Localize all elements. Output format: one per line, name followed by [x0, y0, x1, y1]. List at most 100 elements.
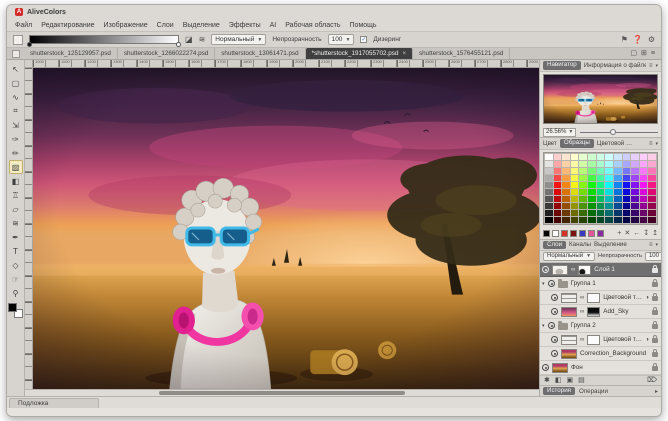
color-swatch[interactable]	[648, 210, 656, 216]
new-document-icon[interactable]: ▢	[630, 50, 637, 57]
color-swatch[interactable]	[571, 175, 579, 181]
color-swatch[interactable]	[648, 203, 656, 209]
gray-swatch[interactable]	[545, 217, 553, 223]
gray-swatch[interactable]	[545, 168, 553, 174]
color-swatch[interactable]	[579, 175, 587, 181]
transform-tool[interactable]: ⇲	[9, 118, 23, 132]
color-swatch[interactable]	[623, 203, 631, 209]
document-tab[interactable]: shutterstock_1266022274.psd	[118, 48, 215, 59]
zoom-slider-knob[interactable]	[610, 129, 616, 135]
visibility-toggle[interactable]	[551, 350, 558, 357]
layer-row[interactable]: Фон	[540, 361, 661, 375]
color-swatch[interactable]	[614, 210, 622, 216]
zoom-slider[interactable]	[580, 128, 658, 136]
color-swatch[interactable]	[554, 203, 562, 209]
color-swatch[interactable]	[554, 196, 562, 202]
color-swatch[interactable]	[588, 168, 596, 174]
visibility-toggle[interactable]	[551, 308, 558, 315]
color-swatch[interactable]	[631, 189, 639, 195]
mask-link-icon[interactable]: ∞	[580, 309, 584, 315]
panel-menu-icon[interactable]: ≡	[649, 141, 653, 147]
hand-tool[interactable]: ☞	[9, 272, 23, 286]
layer-thumbnail[interactable]	[561, 307, 577, 317]
delete-layer-button[interactable]: ⌦	[647, 377, 657, 384]
color-swatch[interactable]	[597, 189, 605, 195]
color-swatch[interactable]	[588, 161, 596, 167]
visibility-toggle[interactable]	[548, 322, 555, 329]
layer-row[interactable]: ▾Группа 1	[540, 277, 661, 291]
recent-color-swatch[interactable]	[552, 230, 559, 237]
layer-thumbnail[interactable]	[561, 293, 577, 303]
stamp-tool[interactable]: ♖	[9, 188, 23, 202]
eraser-tool[interactable]: ▱	[9, 202, 23, 216]
menu-item-слои[interactable]: Слои	[157, 22, 174, 29]
color-swatch[interactable]	[648, 168, 656, 174]
color-swatch[interactable]	[648, 189, 656, 195]
color-swatch[interactable]	[579, 189, 587, 195]
color-swatch[interactable]	[579, 161, 587, 167]
color-swatch[interactable]	[614, 203, 622, 209]
color-swatch[interactable]	[588, 196, 596, 202]
color-swatch[interactable]	[614, 175, 622, 181]
color-swatch[interactable]	[631, 203, 639, 209]
lock-icon[interactable]	[652, 324, 658, 329]
lasso-tool[interactable]: ∿	[9, 90, 23, 104]
gray-swatch[interactable]	[545, 182, 553, 188]
gradient-editor[interactable]	[29, 35, 179, 44]
color-swatch[interactable]	[554, 175, 562, 181]
lock-icon[interactable]	[652, 296, 658, 301]
lock-icon[interactable]	[652, 352, 658, 357]
color-swatch[interactable]	[588, 203, 596, 209]
color-swatch[interactable]	[579, 210, 587, 216]
lock-icon[interactable]	[652, 338, 658, 343]
color-swatch[interactable]	[640, 154, 648, 160]
color-swatch[interactable]	[571, 154, 579, 160]
color-swatch[interactable]	[588, 182, 596, 188]
gradient-tool[interactable]: ▨	[9, 160, 23, 174]
color-swatch[interactable]	[605, 182, 613, 188]
new-layer-button[interactable]: ▤	[578, 377, 585, 384]
color-swatch[interactable]	[605, 217, 613, 223]
document-tab[interactable]: shutterstock_13061471.psd	[215, 48, 305, 59]
color-swatch[interactable]	[554, 161, 562, 167]
layer-row[interactable]: ▾Группа 2	[540, 319, 661, 333]
layer-row[interactable]: Correction_Background	[540, 347, 661, 361]
horizontal-scrollbar-thumb[interactable]	[159, 391, 406, 395]
color-swatch[interactable]	[648, 196, 656, 202]
menu-item-файл[interactable]: Файл	[15, 22, 32, 29]
recent-color-swatch[interactable]	[579, 230, 586, 237]
gray-swatch[interactable]	[545, 210, 553, 216]
color-swatch[interactable]	[571, 217, 579, 223]
layer-thumbnail[interactable]	[561, 349, 577, 359]
color-swatch[interactable]	[571, 182, 579, 188]
color-swatch[interactable]	[640, 161, 648, 167]
recent-color-swatch[interactable]	[597, 230, 604, 237]
gray-swatch[interactable]	[545, 203, 553, 209]
gradient-stop-end[interactable]	[176, 42, 181, 47]
tab-selection[interactable]: Выделение	[594, 241, 627, 248]
add-swatch-button[interactable]: +	[617, 230, 621, 237]
color-swatch[interactable]	[631, 168, 639, 174]
color-swatch[interactable]	[571, 210, 579, 216]
gray-swatch[interactable]	[545, 175, 553, 181]
gray-swatch[interactable]	[545, 154, 553, 160]
color-swatch[interactable]	[631, 175, 639, 181]
documents-home-button[interactable]	[12, 50, 20, 58]
layer-blend-mode-select[interactable]: Нормальный ▼	[543, 252, 595, 261]
layer-row[interactable]: ∞Цветовой то...◑	[540, 291, 661, 305]
menu-item-выделение[interactable]: Выделение	[183, 22, 220, 29]
color-swatch[interactable]	[597, 182, 605, 188]
color-swatch[interactable]	[597, 210, 605, 216]
mask-link-icon[interactable]: ∞	[580, 295, 584, 301]
tab-color-wheel[interactable]: Цветовой …	[597, 140, 632, 147]
color-swatch[interactable]	[640, 217, 648, 223]
lock-icon[interactable]	[652, 366, 658, 371]
color-swatch[interactable]	[554, 217, 562, 223]
tool-preset-button[interactable]	[13, 35, 23, 45]
document-tab[interactable]: *shutterstock_1917055702.psd×	[306, 48, 413, 59]
mask-link-icon[interactable]: ∞	[580, 337, 584, 343]
color-swatch[interactable]	[605, 161, 613, 167]
tab-navigator[interactable]: Навигатор	[543, 61, 581, 69]
recent-color-swatch[interactable]	[588, 230, 595, 237]
layer-row[interactable]: ∞Слой 1	[540, 263, 661, 277]
